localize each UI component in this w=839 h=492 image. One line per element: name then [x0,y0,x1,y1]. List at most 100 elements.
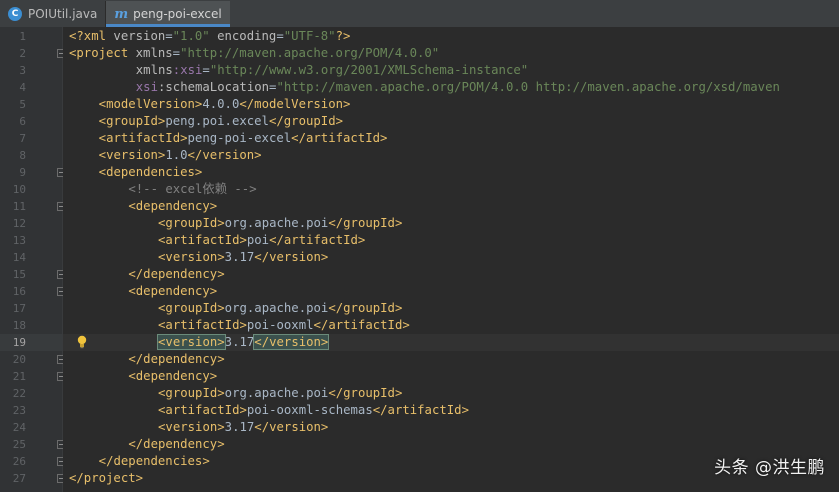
code-token: <dependencies> [98,165,203,179]
line-number: 9 [19,166,26,179]
code-line: <version>1.0</version> [99,147,262,164]
code-line: <?xml version="1.0" encoding="UTF-8"?> [69,28,350,45]
code-token: <artifactId> [158,403,247,417]
line-number: 25 [12,438,26,451]
code-line: <dependency> [128,368,217,385]
code-token: </groupId> [268,114,344,128]
code-token: </version> [187,148,262,162]
code-editor[interactable]: <?xml version="1.0" encoding="UTF-8"?> <p… [63,27,839,492]
code-token: </artifactId> [269,233,366,247]
code-token: <dependency> [128,199,218,213]
line-number: 4 [19,81,26,94]
code-line: </dependencies> [99,453,210,470]
code-token: <dependency> [128,369,218,383]
code-token: peng.poi.excel [165,114,269,128]
line-number: 19 [12,336,26,349]
code-token: <version> [158,420,225,434]
tab-label: peng-poi-excel [133,7,222,21]
code-line: <dependencies> [99,164,203,181]
code-token: org.apache.poi [224,216,329,230]
line-number: 21 [12,370,26,383]
tab-label: POIUtil.java [28,7,98,21]
code-line: <groupId>org.apache.poi</groupId> [158,215,402,232]
code-token: </dependency> [128,267,225,281]
tab-peng-poi-excel[interactable]: m peng-poi-excel [106,1,231,27]
watermark: 头条 @洪生鹏 [714,458,825,478]
code-line: <version>3.17</version> [157,334,330,351]
line-number: 1 [19,30,26,43]
code-token: = [202,63,210,77]
line-number: 17 [12,302,26,315]
code-token: :xsi [172,63,203,77]
code-line: <project xmlns="http://maven.apache.org/… [69,45,439,62]
code-token: <version> [157,334,226,350]
code-token: <groupId> [158,216,225,230]
code-line: <!-- excel依赖 --> [128,181,256,198]
code-token: <dependency> [128,284,218,298]
code-token: </artifactId> [372,403,469,417]
line-number: 10 [12,183,26,196]
code-line: <artifactId>poi</artifactId> [158,232,365,249]
tab-poiutil-java[interactable]: C POIUtil.java [0,1,105,27]
code-token: = [172,46,181,60]
code-line: <groupId>peng.poi.excel</groupId> [99,113,343,130]
line-number: 13 [12,234,26,247]
code-token: <artifactId> [158,318,247,332]
code-token: = [276,29,284,43]
line-number: 11 [12,200,26,213]
code-token: <groupId> [158,301,225,315]
code-line: <groupId>org.apache.poi</groupId> [158,300,402,317]
code-token: </groupId> [328,216,403,230]
code-line: <dependency> [128,198,217,215]
line-number: 2 [19,47,26,60]
code-line: </dependency> [128,351,224,368]
code-token: poi-ooxml-schemas [246,403,373,417]
line-number: 18 [12,319,26,332]
code-token: xmlns [135,46,173,60]
line-number-gutter[interactable]: 1 2 3 4 5 6 7 8 9 10 11 12 13 14 15 16 17 18 19 20 21 22 23 24 2… [0,27,66,492]
code-line: </dependency> [128,436,224,453]
code-token: <modelVersion> [98,97,203,111]
code-token: </groupId> [328,301,403,315]
code-token: :schemaLocation [157,80,270,94]
lightbulb-icon[interactable] [76,335,88,349]
code-token: <artifactId> [98,131,188,145]
code-token: xsi [135,80,158,94]
code-token: <!-- excel依赖 --> [128,182,257,196]
maven-m-icon: m [114,6,129,22]
line-number: 7 [19,132,26,145]
code-line: </dependency> [128,266,224,283]
line-number: 22 [12,387,26,400]
code-token: </dependencies> [98,454,210,468]
code-token: <version> [98,148,166,162]
line-number: 27 [12,472,26,485]
code-token: </project> [69,471,144,485]
code-token: <groupId> [98,114,166,128]
code-token: = [165,29,173,43]
code-token: </artifactId> [313,318,410,332]
code-token: <project [69,46,136,60]
code-line: <version>3.17</version> [158,249,328,266]
code-line: <modelVersion>4.0.0</modelVersion> [99,96,351,113]
code-token: xmlns [135,63,173,77]
line-number: 20 [12,353,26,366]
code-token: encoding [217,29,277,43]
code-token: </groupId> [328,386,403,400]
code-token: org.apache.poi [224,386,329,400]
code-line: </project> [69,470,143,487]
code-line: <artifactId>peng-poi-excel</artifactId> [99,130,388,147]
code-token: <?xml [69,29,114,43]
line-number: 14 [12,251,26,264]
code-token: <version> [158,250,225,264]
line-number: 8 [19,149,26,162]
line-number: 16 [12,285,26,298]
code-token: <groupId> [158,386,225,400]
code-token: </modelVersion> [239,97,351,111]
code-line: <dependency> [128,283,217,300]
class-c-icon: C [8,7,22,21]
line-number: 23 [12,404,26,417]
editor-tab-bar: C POIUtil.java m peng-poi-excel [0,0,839,28]
code-token: poi [246,233,270,247]
code-line: xsi:schemaLocation="http://maven.apache.… [136,79,780,96]
